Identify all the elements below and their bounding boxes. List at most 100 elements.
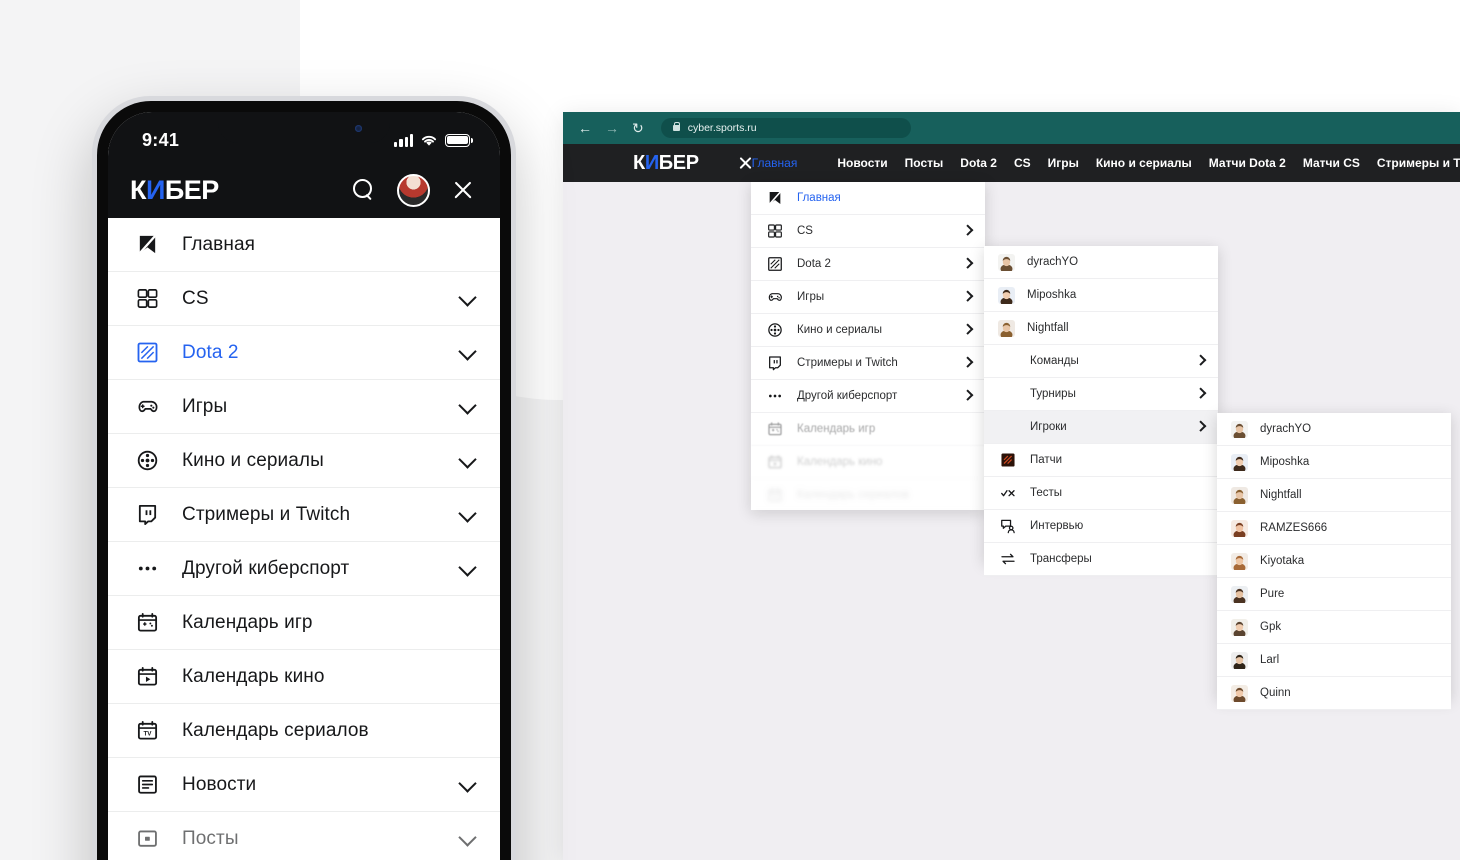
site-nav-link-3[interactable]: CS: [1014, 156, 1031, 170]
ellipsis-icon: [765, 388, 785, 404]
chevron-down-icon[interactable]: [458, 450, 477, 469]
phone-menu-item-11[interactable]: Посты: [108, 812, 500, 860]
phone-menu-item-4[interactable]: Кино и сериалы: [108, 434, 500, 488]
panel1-item-label: Другой киберспорт: [797, 390, 898, 402]
panel1-item-0[interactable]: Главная: [751, 182, 985, 215]
chevron-right-icon[interactable]: [961, 356, 973, 368]
close-icon[interactable]: [452, 179, 474, 201]
chevron-right-icon[interactable]: [1194, 387, 1206, 399]
panel2-item-9[interactable]: Трансферы: [984, 543, 1218, 576]
player-avatar: [1231, 651, 1248, 669]
panel2-item-0[interactable]: dyrachYO: [984, 246, 1218, 279]
chevron-right-icon[interactable]: [961, 224, 973, 236]
battery-icon: [445, 133, 473, 147]
panel3-player-item-8[interactable]: Quinn: [1217, 677, 1451, 710]
panel2-item-label: Тесты: [1030, 487, 1063, 499]
panel3-player-name: Gpk: [1260, 621, 1282, 633]
site-nav-link-4[interactable]: Игры: [1048, 156, 1079, 170]
chevron-down-icon[interactable]: [458, 504, 477, 523]
site-nav-link-6[interactable]: Матчи Dota 2: [1209, 156, 1286, 170]
panel3-player-item-1[interactable]: Miposhka: [1217, 446, 1451, 479]
phone-menu-item-label: Календарь кино: [182, 665, 325, 687]
panel3-player-item-2[interactable]: Nightfall: [1217, 479, 1451, 512]
chevron-right-icon[interactable]: [1194, 354, 1206, 366]
phone-menu-item-5[interactable]: Стримеры и Twitch: [108, 488, 500, 542]
reload-icon[interactable]: ↻: [632, 121, 644, 135]
panel1-item-2[interactable]: Dota 2: [751, 248, 985, 281]
panel3-player-item-4[interactable]: Kiyotaka: [1217, 545, 1451, 578]
chevron-down-icon[interactable]: [458, 342, 477, 361]
site-nav-link-1[interactable]: Посты: [905, 156, 944, 170]
panel2-item-label: Игроки: [1030, 421, 1067, 433]
panel1-item-8[interactable]: Календарь кино: [751, 446, 985, 479]
panel3-player-item-3[interactable]: RAMZES666: [1217, 512, 1451, 545]
chevron-right-icon[interactable]: [961, 389, 973, 401]
panel2-item-label: Патчи: [1030, 454, 1063, 466]
phone-menu-item-3[interactable]: Игры: [108, 380, 500, 434]
chevron-down-icon[interactable]: [458, 396, 477, 415]
site-logo[interactable]: КИБЕР: [633, 152, 699, 175]
chevron-down-icon[interactable]: [458, 288, 477, 307]
address-bar[interactable]: cyber.sports.ru: [660, 118, 911, 138]
panel3-player-item-5[interactable]: Pure: [1217, 578, 1451, 611]
calendar-games-icon: [765, 421, 785, 437]
chevron-down-icon[interactable]: [458, 828, 477, 847]
player-avatar: [1231, 486, 1248, 504]
phone-menu-item-8[interactable]: Календарь кино: [108, 650, 500, 704]
chevron-down-icon[interactable]: [458, 774, 477, 793]
home-flag-icon: [765, 190, 785, 206]
site-logo-part-2: И: [644, 151, 659, 174]
search-icon[interactable]: [353, 179, 375, 201]
chevron-down-icon[interactable]: [458, 558, 477, 577]
panel2-item-4[interactable]: Турниры: [984, 378, 1218, 411]
panel2-item-1[interactable]: Miposhka: [984, 279, 1218, 312]
site-nav-link-7[interactable]: Матчи CS: [1303, 156, 1360, 170]
phone-menu-item-label: Другой киберспорт: [182, 557, 350, 579]
forward-arrow-icon[interactable]: →: [605, 121, 619, 135]
interview-icon: [998, 518, 1018, 534]
panel2-item-3[interactable]: Команды: [984, 345, 1218, 378]
panel1-item-label: CS: [797, 225, 813, 237]
site-nav-link-2[interactable]: Dota 2: [960, 156, 997, 170]
panel1-item-7[interactable]: Календарь игр: [751, 413, 985, 446]
user-avatar[interactable]: [397, 173, 430, 207]
panel2-item-8[interactable]: Интервью: [984, 510, 1218, 543]
panel2-item-5[interactable]: Игроки: [984, 411, 1218, 444]
panel2-item-6[interactable]: Патчи: [984, 444, 1218, 477]
phone-menu-item-7[interactable]: Календарь игр: [108, 596, 500, 650]
phone-menu-item-0[interactable]: Главная: [108, 218, 500, 272]
twitch-icon: [134, 503, 160, 526]
chevron-right-icon[interactable]: [1194, 420, 1206, 432]
panel2-item-2[interactable]: Nightfall: [984, 312, 1218, 345]
phone-menu-item-1[interactable]: CS: [108, 272, 500, 326]
phone-menu-item-10[interactable]: Новости: [108, 758, 500, 812]
chevron-right-icon[interactable]: [961, 257, 973, 269]
panel3-player-item-6[interactable]: Gpk: [1217, 611, 1451, 644]
panel1-item-label: Главная: [797, 192, 841, 204]
site-nav-link-8[interactable]: Стримеры и Твич: [1377, 156, 1460, 170]
panel1-item-6[interactable]: Другой киберспорт: [751, 380, 985, 413]
patch-icon: [998, 452, 1018, 468]
site-nav-link-0[interactable]: Новости: [837, 156, 887, 170]
site-nav-link-5[interactable]: Кино и сериалы: [1096, 156, 1192, 170]
app-logo[interactable]: К И БЕР: [130, 175, 219, 206]
panel1-item-5[interactable]: Стримеры и Twitch: [751, 347, 985, 380]
panel2-item-label: Турниры: [1030, 388, 1076, 400]
back-arrow-icon[interactable]: ←: [578, 121, 592, 135]
chevron-right-icon[interactable]: [961, 290, 973, 302]
gamepad-icon: [134, 395, 160, 418]
site-header: КИБЕР Главная Новости Посты Dota 2 CS Игры Ки…: [563, 144, 1460, 182]
panel3-player-item-0[interactable]: dyrachYO: [1217, 413, 1451, 446]
site-nav-links: Новости Посты Dota 2 CS Игры Кино и сериалы Ма…: [837, 156, 1460, 170]
wifi-icon: [421, 135, 437, 146]
panel1-item-1[interactable]: CS: [751, 215, 985, 248]
phone-menu-item-9[interactable]: TV Календарь сериалов: [108, 704, 500, 758]
chevron-right-icon[interactable]: [961, 323, 973, 335]
phone-menu-item-2[interactable]: Dota 2: [108, 326, 500, 380]
panel2-item-7[interactable]: Тесты: [984, 477, 1218, 510]
panel1-item-3[interactable]: Игры: [751, 281, 985, 314]
phone-menu-item-6[interactable]: Другой киберспорт: [108, 542, 500, 596]
panel1-item-9[interactable]: TV Календарь сериалов: [751, 479, 985, 512]
panel3-player-item-7[interactable]: Larl: [1217, 644, 1451, 677]
panel1-item-4[interactable]: Кино и сериалы: [751, 314, 985, 347]
